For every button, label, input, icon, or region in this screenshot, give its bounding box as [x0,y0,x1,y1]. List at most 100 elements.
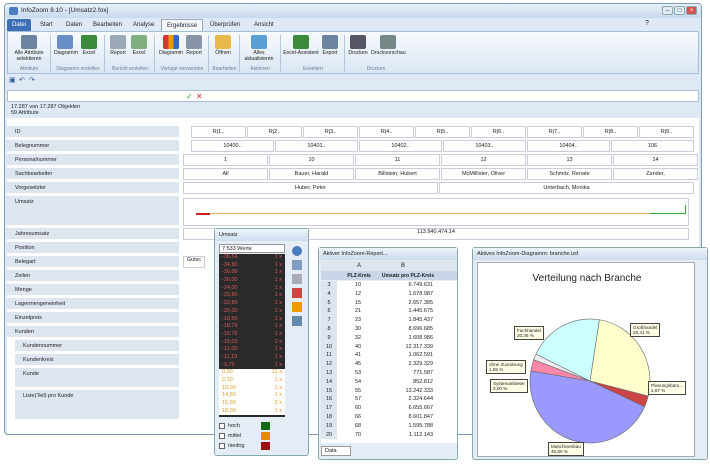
row-header[interactable]: Menge [7,284,179,296]
row-header[interactable]: Position [7,242,179,254]
value-row[interactable]: -3,75 1 x [219,362,285,370]
grid-cell[interactable]: 10404.. [527,140,610,152]
grid-cell[interactable]: Schmitz, Renate [527,168,612,180]
grid-cell[interactable]: Huber, Peter [183,182,438,194]
table-row[interactable]: 3 10 6.749.631 [321,281,457,290]
grid-cell[interactable]: 10403.. [443,140,526,152]
tab-analyse[interactable]: Analyse [128,19,159,31]
help-icon[interactable]: ? [645,20,649,27]
row-header[interactable]: Umsatz [7,196,179,226]
row-header[interactable]: Vorgesetzter [7,182,179,194]
row-header[interactable]: Sachbearbeiter [7,168,179,180]
tab-ansicht[interactable]: Ansicht [249,19,279,31]
grid-cell[interactable]: Bauer, Harald [269,168,354,180]
table-row[interactable]: 16 57 2.324.644 [321,395,457,405]
row-header[interactable]: Jahresumsatz [7,228,179,240]
redo-icon[interactable]: ↷ [29,76,35,84]
value-row[interactable]: 14,50 1 x [219,392,285,401]
grid-cell[interactable]: R|1.. [191,126,246,138]
tab-ueberpruefen[interactable]: Überprüfen [205,19,245,31]
open-button[interactable]: Öffnen [212,35,234,56]
grid-cell[interactable]: R|8.. [583,126,638,138]
confirm-icon[interactable]: ✓ [186,92,193,101]
grid-cell[interactable]: 1 [183,154,268,166]
sheet-tab[interactable]: Data [321,446,351,456]
row-header[interactable]: Lagermengeneinheit [7,298,179,310]
value-row[interactable]: -22,80 1 x [219,300,285,308]
belegart-cell[interactable]: Gutsc [183,256,205,268]
table-row[interactable]: 14 54 852.812 [321,377,457,387]
level-row[interactable]: mittel [219,431,285,441]
save-icon[interactable]: ▣ [9,76,16,84]
value-row[interactable]: -15,70 1 x [219,331,285,339]
zoom-icon[interactable] [292,260,302,270]
value-row[interactable]: 0,00 12 x [219,369,285,377]
cancel-icon[interactable]: ✕ [196,92,203,101]
grid-cell[interactable]: R|9.. [639,126,694,138]
tab-bearbeiten[interactable]: Bearbeiten [88,19,127,31]
value-row[interactable]: -36,54 1 x [219,254,285,262]
table-row[interactable]: 10 40 12.317.339 [321,342,457,352]
row-header[interactable]: Kunden [7,326,179,338]
grid-icon[interactable] [292,316,302,326]
grid-cell[interactable]: McMillister, Oliver [441,168,526,180]
excel-report-button[interactable]: Excel [130,35,148,56]
value-list[interactable]: -36,54 1 x -34,80 1 x -30,00 1 x -26,00 1 x -24,… [219,254,285,417]
tab-daten[interactable]: Daten [61,19,87,31]
grid-cell[interactable]: 10402.. [359,140,442,152]
value-row[interactable]: -26,00 1 x [219,277,285,285]
umsatz-bar-cell[interactable] [183,198,689,226]
report-create-button[interactable]: Report [108,35,128,56]
diagram-create-button[interactable]: Diagramm [54,35,78,56]
grid-cell[interactable]: Unterbach, Monika [439,182,694,194]
tab-datei[interactable]: Datei [7,19,32,31]
table-row[interactable]: 8 30 8.696.685 [321,324,457,334]
grid-cell[interactable]: All [183,168,268,180]
value-row[interactable]: 18,00 1 x [219,407,285,416]
grid-cell[interactable]: Billstein, Hubert [355,168,440,180]
tab-ergebnisse[interactable]: Ergebnisse [161,19,204,31]
template-report-button[interactable]: Report [184,35,204,56]
row-header[interactable]: ID [7,126,179,138]
value-row[interactable]: -34,80 1 x [219,262,285,270]
row-header[interactable]: Einzelpreis [7,312,179,324]
select-all-attributes-button[interactable]: Alle Attribute selektieren [14,35,44,62]
row-header[interactable]: Belegnummer [7,140,179,152]
row-header[interactable]: Kundenkreis [15,354,179,366]
undo-icon[interactable]: ↶ [19,76,25,84]
excel-assistant-button[interactable]: Excel-Assistent [283,35,319,56]
grid-cell[interactable]: R|7.. [527,126,582,138]
minimize-button[interactable]: – [662,6,673,15]
grid-cell[interactable]: 11 [355,154,440,166]
grid-cell[interactable]: 14 [613,154,698,166]
level-row[interactable]: niedrig [219,441,285,451]
value-row[interactable]: -18,79 1 x [219,323,285,331]
table-row[interactable]: 9 32 1.608.986 [321,333,457,343]
grid-cell[interactable]: R|5.. [415,126,470,138]
row-header[interactable]: Kunde [15,368,179,388]
table-row[interactable]: 5 15 2.657.385 [321,298,457,308]
grid-cell[interactable]: 10400.. [191,140,274,152]
grid-cell[interactable]: 12 [441,154,526,166]
grid-cell[interactable]: R|4.. [359,126,414,138]
value-row[interactable]: -24,00 1 x [219,285,285,293]
row-header[interactable]: Personalnummer [7,154,179,166]
table-row[interactable]: 6 21 1.445.675 [321,307,457,317]
row-header[interactable]: Zeilen [7,270,179,282]
tab-start[interactable]: Start [35,19,58,31]
grid-cell[interactable]: 10 [269,154,354,166]
grid-cell[interactable]: 10401.. [275,140,358,152]
table-row[interactable]: 19 68 1.595.788 [321,421,457,431]
template-diagram-button[interactable]: Diagramm [158,35,184,56]
value-row[interactable]: -30,00 1 x [219,269,285,277]
table-row[interactable]: 18 66 8.601.847 [321,412,457,422]
value-row[interactable]: 2,10 1 x [219,377,285,385]
grid-cell[interactable]: 13 [527,154,612,166]
excel-create-button[interactable]: Excel [80,35,98,56]
grid-cell[interactable]: R|3.. [303,126,358,138]
table-row[interactable]: 20 70 1.112.143 [321,430,457,440]
table-row[interactable]: 17 60 6.655.667 [321,404,457,413]
table-row[interactable]: 7 23 1.845.437 [321,316,457,325]
checkbox[interactable] [219,423,225,429]
grid-cell[interactable]: R|6.. [471,126,526,138]
